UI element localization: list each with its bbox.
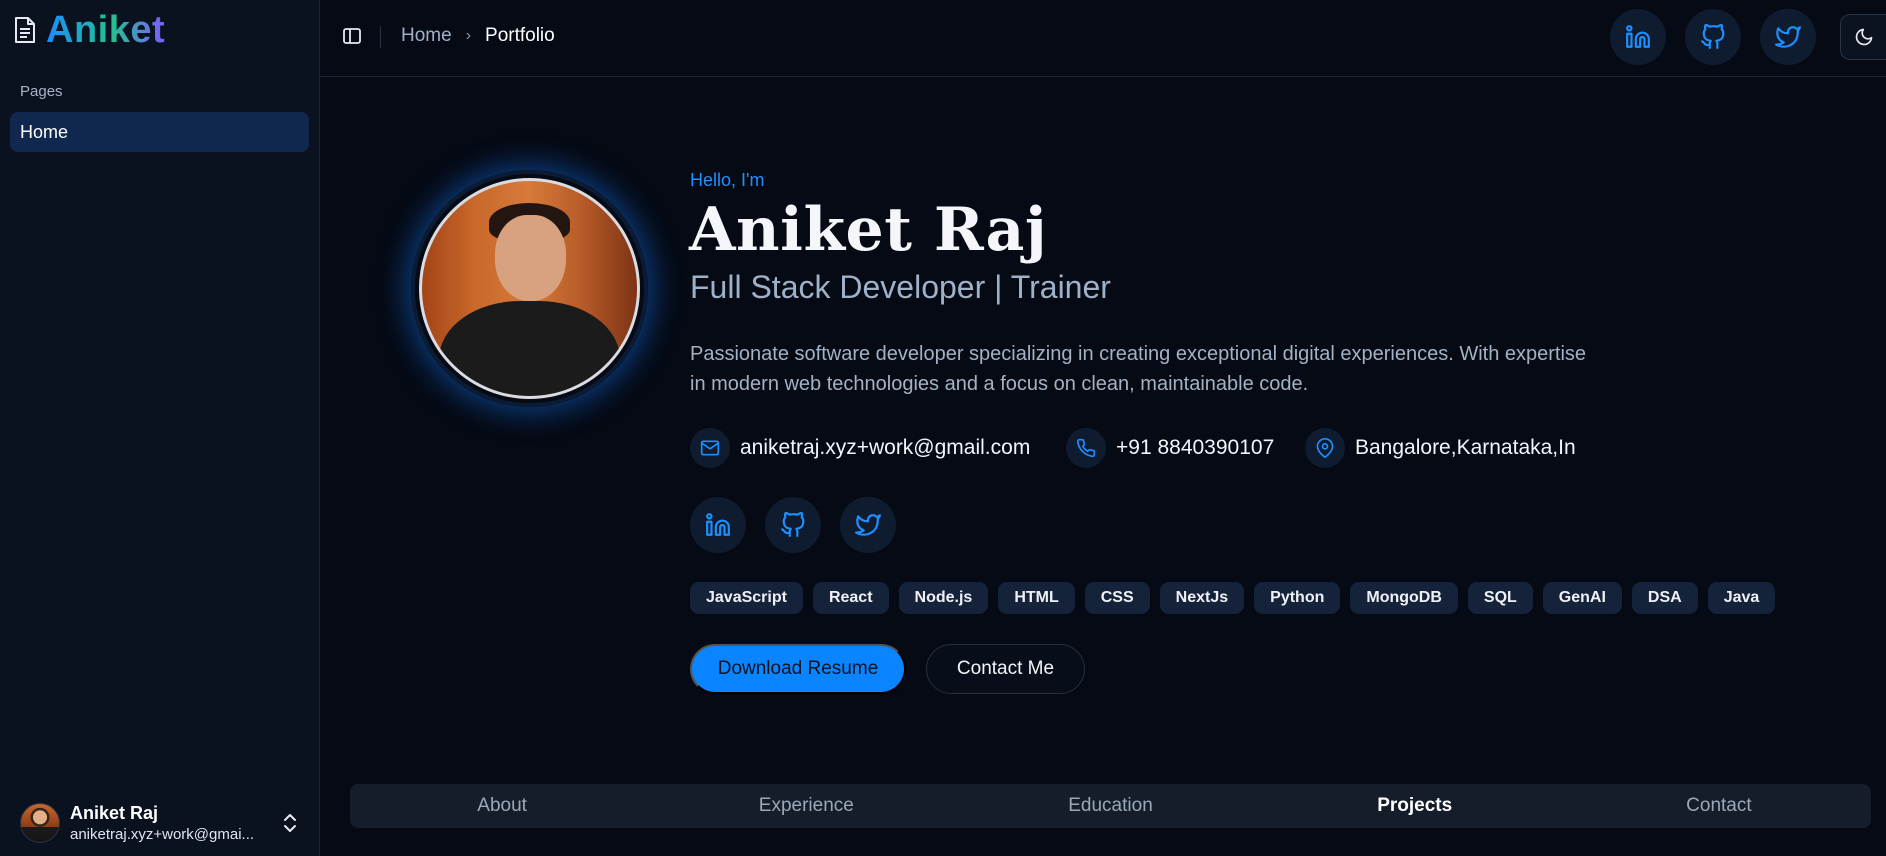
- email-text: aniketraj.xyz+work@gmail.com: [740, 436, 1031, 459]
- hero-bio: Passionate software developer specializi…: [690, 343, 1587, 395]
- avatar: [20, 803, 60, 843]
- skills-list: JavaScript React Node.js HTML CSS NextJs…: [690, 582, 1776, 614]
- profile-photo: [411, 170, 648, 407]
- header-github-button[interactable]: [1685, 9, 1741, 65]
- skill-tag: Python: [1254, 582, 1341, 614]
- sidebar-item-label: Home: [20, 121, 69, 142]
- divider: [380, 26, 381, 48]
- twitter-button[interactable]: [840, 497, 896, 553]
- linkedin-button[interactable]: [690, 497, 746, 553]
- contact-phone[interactable]: +91 8840390107: [1066, 428, 1274, 468]
- github-button[interactable]: [765, 497, 821, 553]
- brand-name: Aniket: [46, 8, 166, 51]
- top-header: Home › Portfolio: [320, 0, 1886, 77]
- skill-tag: Node.js: [898, 582, 989, 614]
- phone-text: +91 8840390107: [1116, 436, 1275, 459]
- section-tab-education[interactable]: Education: [958, 795, 1262, 817]
- skill-tag: CSS: [1084, 582, 1150, 614]
- breadcrumb-home[interactable]: Home: [401, 25, 452, 47]
- greeting: Hello, I'm: [690, 170, 765, 190]
- user-info: Aniket Raj aniketraj.xyz+work@gmai...: [70, 803, 270, 843]
- chevrons-up-down-icon[interactable]: [282, 812, 298, 834]
- location-text: Bangalore,Karnataka,In: [1355, 436, 1576, 459]
- section-tab-about[interactable]: About: [350, 795, 654, 817]
- hero-name: Aniket Raj: [689, 195, 1048, 265]
- twitter-icon: [855, 514, 881, 536]
- skill-tag: GenAI: [1542, 582, 1622, 614]
- skill-tag: React: [812, 582, 889, 614]
- contact-me-button[interactable]: Contact Me: [926, 644, 1085, 694]
- section-tab-contact[interactable]: Contact: [1567, 795, 1871, 817]
- skill-tag: MongoDB: [1350, 582, 1458, 614]
- header-linkedin-button[interactable]: [1610, 9, 1666, 65]
- sidebar-toggle-icon[interactable]: [342, 26, 362, 46]
- user-email: aniketraj.xyz+work@gmai...: [70, 826, 255, 843]
- section-nav: About Experience Education Projects Cont…: [350, 784, 1871, 828]
- mail-icon: [690, 428, 730, 468]
- skill-tag: NextJs: [1159, 582, 1245, 614]
- moon-icon: [1855, 28, 1872, 46]
- hero-role: Full Stack Developer | Trainer: [690, 269, 1111, 305]
- skill-tag: HTML: [998, 582, 1075, 614]
- skill-tag: Java: [1707, 582, 1776, 614]
- github-icon: [1701, 24, 1725, 49]
- sidebar: Aniket Pages Home Aniket Raj aniketraj.x…: [0, 0, 320, 856]
- linkedin-icon: [706, 513, 730, 536]
- breadcrumb: Home › Portfolio: [401, 25, 555, 47]
- section-tab-projects[interactable]: Projects: [1263, 795, 1567, 817]
- brand[interactable]: Aniket: [12, 8, 165, 52]
- section-tab-experience[interactable]: Experience: [654, 795, 958, 817]
- theme-toggle-button[interactable]: [1840, 14, 1886, 60]
- contact-email[interactable]: aniketraj.xyz+work@gmail.com: [690, 428, 1030, 468]
- map-pin-icon: [1305, 428, 1345, 468]
- linkedin-icon: [1626, 25, 1650, 48]
- twitter-icon: [1775, 26, 1801, 48]
- sidebar-item-home[interactable]: Home: [10, 112, 309, 152]
- user-name: Aniket Raj: [70, 803, 159, 823]
- skill-tag: SQL: [1467, 582, 1533, 614]
- breadcrumb-current: Portfolio: [485, 25, 555, 46]
- user-menu[interactable]: Aniket Raj aniketraj.xyz+work@gmai...: [20, 800, 310, 846]
- pages-section-label: Pages: [20, 83, 63, 100]
- phone-icon: [1066, 428, 1106, 468]
- skill-tag: JavaScript: [690, 582, 803, 614]
- breadcrumb-separator: ›: [465, 27, 472, 44]
- contact-location: Bangalore,Karnataka,In: [1305, 428, 1576, 468]
- header-twitter-button[interactable]: [1760, 9, 1816, 65]
- download-resume-button[interactable]: Download Resume: [690, 644, 906, 694]
- document-icon: [12, 15, 38, 45]
- github-icon: [781, 512, 805, 537]
- skill-tag: DSA: [1631, 582, 1698, 614]
